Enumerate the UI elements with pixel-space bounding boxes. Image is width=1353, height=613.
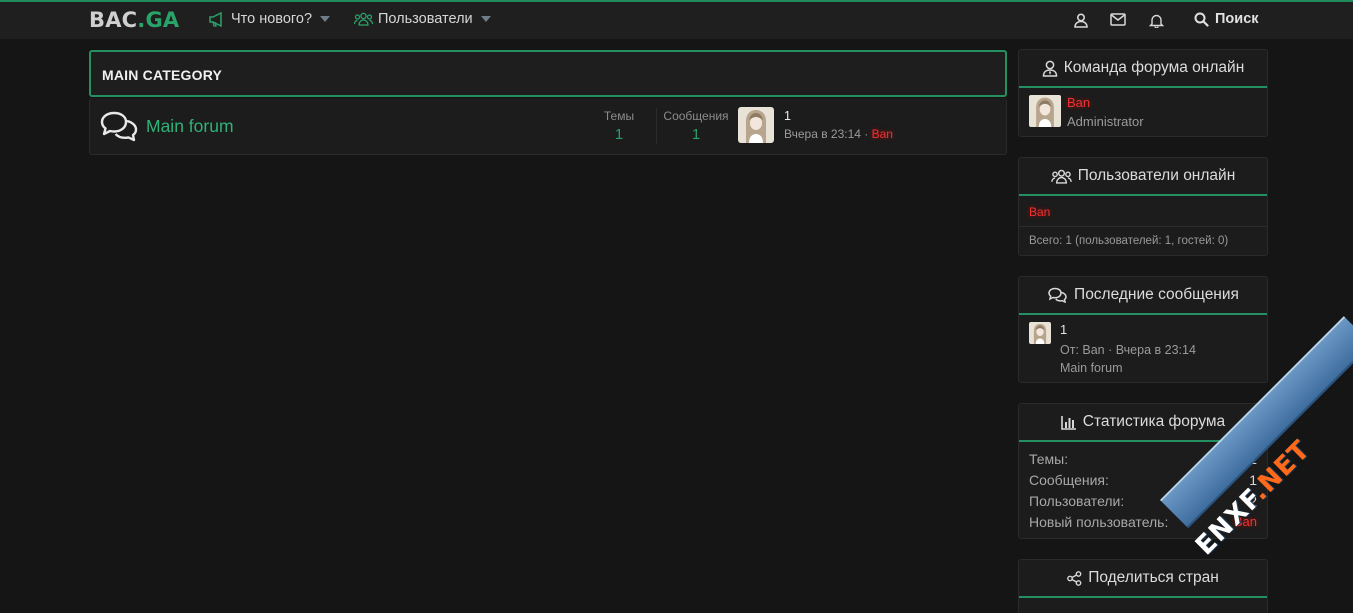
latest-posts-title: Последние сообщения [1074,286,1239,303]
forum-row: Main forum Темы 1 Сообщения 1 1 Вчера в … [89,98,1007,155]
search-button[interactable]: Поиск [1194,11,1259,27]
top-navigation-bar: BAC.GA Что нового? Пользователи Поиск [0,0,1353,39]
users-icon [354,12,373,26]
last-post-meta: Вчера в 23:14 · Ban [784,127,893,141]
nav-whats-new[interactable]: Что нового? [209,11,331,27]
latest-post-title[interactable]: 1 [1060,322,1067,337]
bar-chart-icon [1060,415,1076,430]
user-tie-icon [1042,60,1058,77]
nav-users[interactable]: Пользователи [354,11,491,27]
nav-users-label: Пользователи [378,11,473,27]
topics-label: Темы [603,109,635,123]
forum-comments-icon [99,110,139,147]
category-title[interactable]: MAIN CATEGORY [102,67,222,83]
staff-online-header: Команда форума онлайн [1019,50,1267,88]
forum-stats-title: Статистика форума [1082,413,1226,430]
latest-post-meta[interactable]: От: Ban · Вчера в 23:14 [1060,343,1196,357]
users-online-block: Пользователи онлайн Ban Всего: 1 (пользо… [1018,157,1268,256]
search-icon [1194,12,1209,27]
last-post-avatar[interactable] [738,107,774,143]
stat-label: Сообщения: [1029,472,1109,488]
last-post-time[interactable]: Вчера в 23:14 [784,127,861,141]
users-online-header: Пользователи онлайн [1019,158,1267,196]
site-logo[interactable]: BAC.GA [89,8,179,32]
share-page-title: Поделиться стран [1088,569,1219,586]
staff-avatar[interactable] [1029,95,1061,127]
logo-text-main: BAC [89,8,138,32]
account-icon[interactable] [1074,13,1088,33]
stat-label: Новый пользователь: [1029,514,1169,530]
divider [1019,226,1267,227]
megaphone-icon [209,11,222,27]
last-post-title[interactable]: 1 [784,109,791,123]
mail-icon[interactable] [1110,13,1126,31]
stat-divider [656,108,657,144]
staff-online-block: Команда форума онлайн Ban Administrator [1018,49,1268,137]
users-online-title: Пользователи онлайн [1077,167,1236,184]
share-page-header: Поделиться стран [1019,560,1267,598]
latest-post-avatar[interactable] [1029,322,1051,344]
chevron-down-icon[interactable] [320,16,331,22]
share-page-block: Поделиться стран [1018,559,1268,613]
latest-posts-block: Последние сообщения 1 От: Ban · Вчера в … [1018,276,1268,383]
share-icon [1067,570,1082,586]
logo-text-accent: .GA [137,8,180,32]
staff-role: Administrator [1067,114,1144,129]
staff-username[interactable]: Ban [1067,95,1090,110]
forum-title-link[interactable]: Main forum [146,116,234,137]
stat-label: Пользователи: [1029,493,1125,509]
online-summary: Всего: 1 (пользователей: 1, гостей: 0) [1029,235,1229,247]
messages-label: Сообщения [663,109,729,123]
topics-value: 1 [614,126,624,143]
nav-whats-new-label: Что нового? [231,11,313,27]
chevron-down-icon[interactable] [480,16,491,22]
staff-online-title: Команда форума онлайн [1063,59,1245,76]
latest-posts-header: Последние сообщения [1019,277,1267,315]
online-username[interactable]: Ban [1029,205,1050,219]
search-label: Поиск [1215,11,1259,27]
stat-label: Темы: [1029,451,1069,467]
last-post-username[interactable]: Ban [872,127,893,141]
users-icon [1050,169,1072,184]
category-header[interactable]: MAIN CATEGORY [89,50,1007,97]
forum-topics-stat: Темы 1 [584,109,654,143]
comments-icon [1048,287,1067,303]
forum-messages-stat: Сообщения 1 [661,109,731,143]
bell-icon[interactable] [1148,13,1165,33]
messages-value: 1 [691,126,701,143]
meta-separator: · [860,127,872,141]
latest-post-forum[interactable]: Main forum [1060,361,1123,375]
